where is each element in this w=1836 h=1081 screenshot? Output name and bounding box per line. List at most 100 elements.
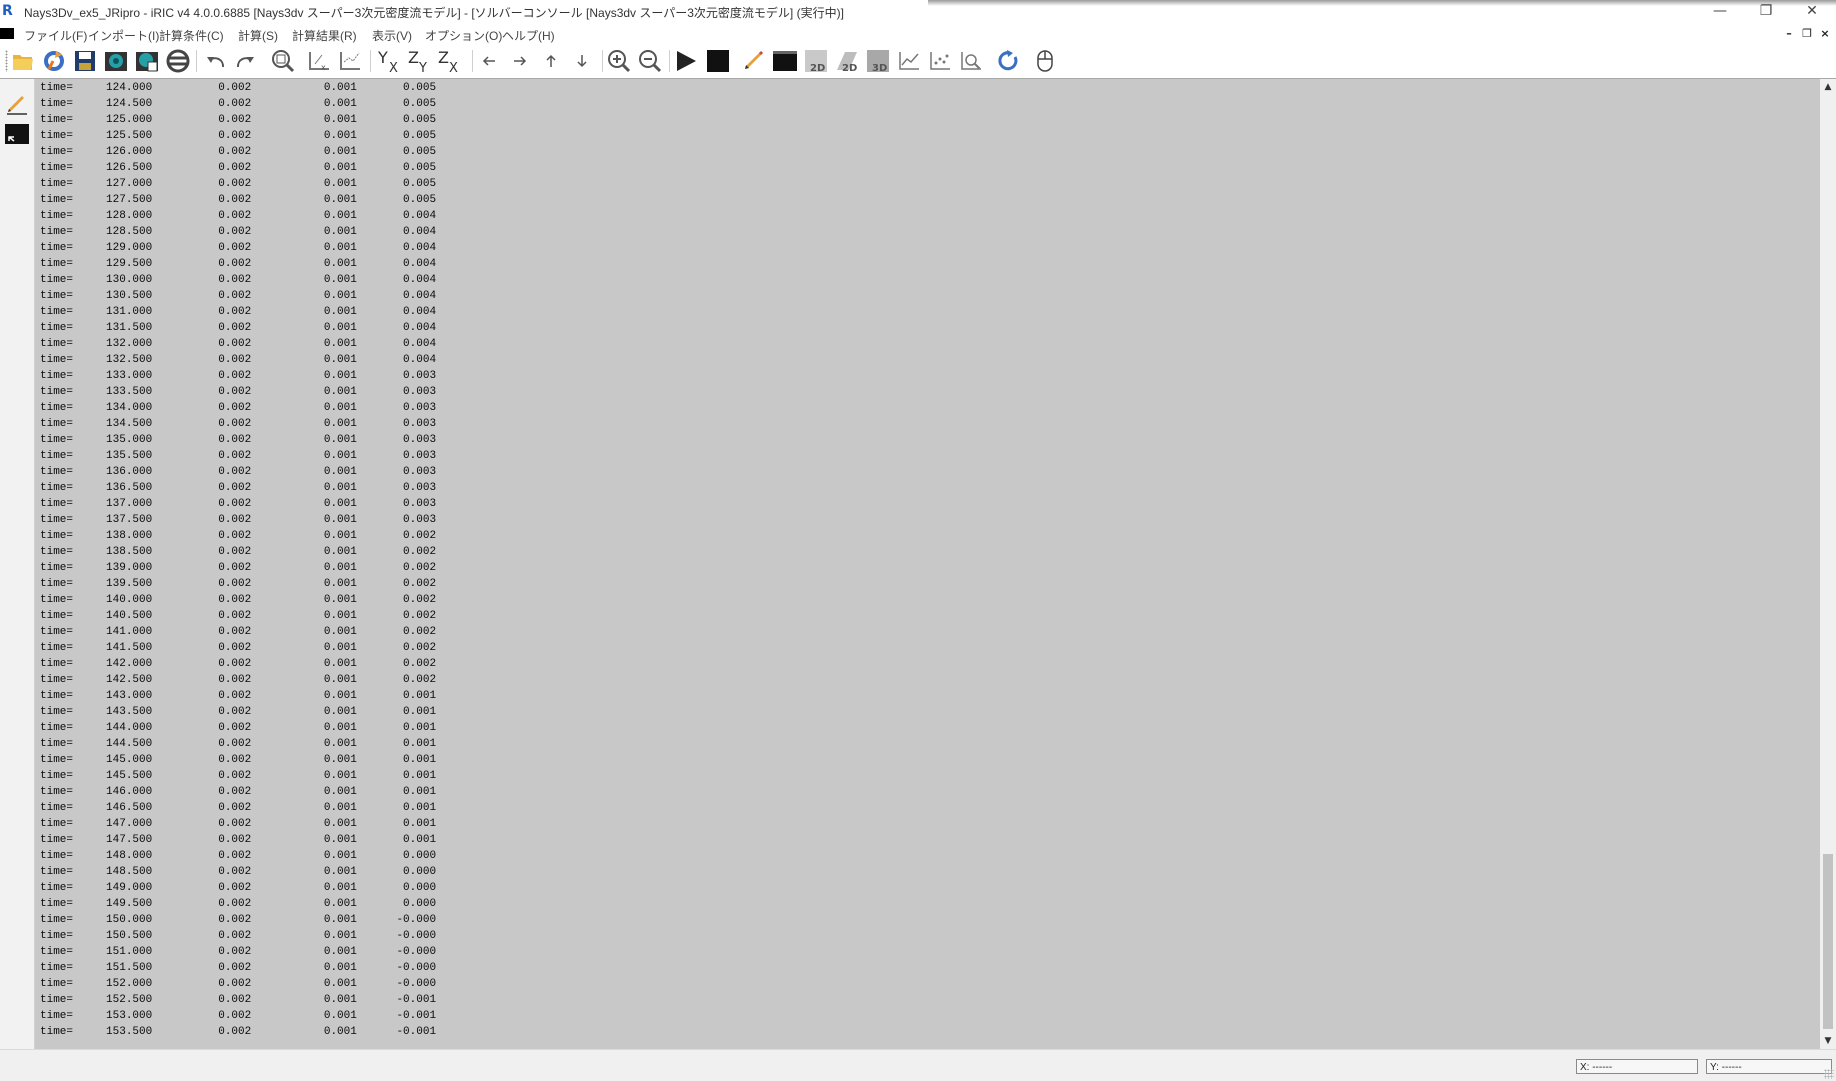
scatter-icon[interactable] xyxy=(927,48,953,74)
console-line: time= 129.500 0.002 0.001 0.004 xyxy=(40,258,437,270)
console-line: time= 126.500 0.002 0.001 0.005 xyxy=(40,162,437,174)
title-bar: R Nays3Dv_ex5_JRipro - iRIC v4 4.0.0.688… xyxy=(0,0,1836,24)
console-line: time= 131.500 0.002 0.001 0.004 xyxy=(40,322,437,334)
post-2d-bird-icon[interactable]: 2D xyxy=(834,48,860,74)
console-line: time= 150.500 0.002 0.001 -0.000 xyxy=(40,930,437,942)
edit-pencil-icon[interactable] xyxy=(4,91,30,117)
svg-text:X: X xyxy=(389,61,398,74)
snapshot-icon[interactable] xyxy=(134,48,160,74)
stop-icon[interactable] xyxy=(705,48,731,74)
console-line: time= 130.500 0.002 0.001 0.004 xyxy=(40,290,437,302)
zoom-in-icon[interactable] xyxy=(606,48,632,74)
close-button[interactable]: ✕ xyxy=(1789,0,1835,22)
yx-axis-icon[interactable]: YX xyxy=(377,48,403,74)
console-line: time= 153.500 0.002 0.001 -0.001 xyxy=(40,1026,437,1038)
menu-calc-condition[interactable]: 計算条件(C) xyxy=(159,27,224,44)
console-icon[interactable] xyxy=(772,48,798,74)
menu-options[interactable]: オプション(O) xyxy=(425,27,502,44)
menu-calc-result[interactable]: 計算結果(R) xyxy=(292,27,357,44)
console-line: time= 140.000 0.002 0.001 0.002 xyxy=(40,594,437,606)
zoom-graph-icon[interactable] xyxy=(958,48,984,74)
svg-text:2D: 2D xyxy=(842,63,857,74)
camera-icon[interactable] xyxy=(103,48,129,74)
mouse-icon[interactable] xyxy=(1032,48,1058,74)
mdi-close-button[interactable]: × xyxy=(1818,27,1832,41)
post-3d-icon[interactable]: 3D xyxy=(865,48,891,74)
console-line: time= 152.000 0.002 0.001 -0.000 xyxy=(40,978,437,990)
console-line: time= 145.500 0.002 0.001 0.001 xyxy=(40,770,437,782)
svg-text:3D: 3D xyxy=(872,63,887,74)
toolbar-separator xyxy=(602,50,603,72)
console-line: time= 141.500 0.002 0.001 0.002 xyxy=(40,642,437,654)
menu-view[interactable]: 表示(V) xyxy=(372,27,412,44)
svg-text:Z: Z xyxy=(408,48,419,67)
arrow-down-icon[interactable] xyxy=(569,48,595,74)
restore-button[interactable]: ❐ xyxy=(1743,0,1789,22)
console-line: time= 135.000 0.002 0.001 0.003 xyxy=(40,434,437,446)
arrow-right-icon[interactable] xyxy=(507,48,533,74)
pencil-icon[interactable] xyxy=(740,48,766,74)
scroll-up-arrow[interactable]: ▲ xyxy=(1820,79,1836,95)
console-line: time= 125.000 0.002 0.001 0.005 xyxy=(40,114,437,126)
console-line: time= 137.000 0.002 0.001 0.003 xyxy=(40,498,437,510)
minimize-button[interactable]: — xyxy=(1697,0,1743,22)
circle-slash-icon[interactable] xyxy=(165,48,191,74)
console-line: time= 150.000 0.002 0.001 -0.000 xyxy=(40,914,437,926)
menu-file[interactable]: ファイル(F) xyxy=(24,27,87,44)
undo-icon[interactable] xyxy=(202,48,228,74)
mdi-window-icon[interactable] xyxy=(0,28,14,39)
solver-console-output[interactable]: time= 124.000 0.002 0.001 0.005 time= 124… xyxy=(35,79,1820,1049)
svg-text:2D: 2D xyxy=(810,63,825,74)
toolbar-grip[interactable] xyxy=(5,50,8,72)
console-line: time= 143.500 0.002 0.001 0.001 xyxy=(40,706,437,718)
toolbar-separator xyxy=(196,50,197,72)
scroll-thumb[interactable] xyxy=(1823,854,1833,1029)
toolbar-separator xyxy=(370,50,371,72)
console-line: time= 128.500 0.002 0.001 0.004 xyxy=(40,226,437,238)
main-toolbar: x YX ZY ZX 2D 2D 3D xyxy=(0,44,1836,79)
console-line: time= 136.000 0.002 0.001 0.003 xyxy=(40,466,437,478)
console-line: time= 136.500 0.002 0.001 0.003 xyxy=(40,482,437,494)
open-folder-icon[interactable] xyxy=(10,48,36,74)
console-lines: time= 124.000 0.002 0.001 0.005 time= 124… xyxy=(40,80,436,1040)
zy-axis-icon[interactable]: ZY xyxy=(407,48,433,74)
console-line: time= 135.500 0.002 0.001 0.003 xyxy=(40,450,437,462)
save-icon[interactable] xyxy=(72,48,98,74)
svg-text:X: X xyxy=(449,61,458,74)
refresh-icon[interactable] xyxy=(995,48,1021,74)
console-line: time= 131.000 0.002 0.001 0.004 xyxy=(40,306,437,318)
console-line: time= 141.000 0.002 0.001 0.002 xyxy=(40,626,437,638)
console-line: time= 149.500 0.002 0.001 0.000 xyxy=(40,898,437,910)
svg-text:x: x xyxy=(321,63,326,72)
menu-calculation[interactable]: 計算(S) xyxy=(238,27,278,44)
arrow-left-icon[interactable] xyxy=(476,48,502,74)
console-line: time= 153.000 0.002 0.001 -0.001 xyxy=(40,1010,437,1022)
arrow-up-icon[interactable] xyxy=(538,48,564,74)
console-line: time= 140.500 0.002 0.001 0.002 xyxy=(40,610,437,622)
menu-import[interactable]: インポート(I) xyxy=(88,27,159,44)
console-line: time= 132.500 0.002 0.001 0.004 xyxy=(40,354,437,366)
zoom-out-icon[interactable] xyxy=(637,48,663,74)
mdi-minimize-button[interactable]: – xyxy=(1782,27,1796,41)
post-2d-icon[interactable]: 2D xyxy=(803,48,829,74)
console-window-icon[interactable] xyxy=(4,121,30,147)
menu-help[interactable]: ヘルプ(H) xyxy=(502,27,555,44)
run-icon[interactable] xyxy=(673,48,699,74)
axis-zoom-icon[interactable] xyxy=(337,48,363,74)
console-line: time= 139.000 0.002 0.001 0.002 xyxy=(40,562,437,574)
fit-view-icon[interactable] xyxy=(270,48,296,74)
console-line: time= 148.500 0.002 0.001 0.000 xyxy=(40,866,437,878)
console-line: time= 124.500 0.002 0.001 0.005 xyxy=(40,98,437,110)
svg-text:Y: Y xyxy=(418,61,427,74)
reload-icon[interactable] xyxy=(41,48,67,74)
resize-grip[interactable] xyxy=(1824,1069,1834,1079)
redo-icon[interactable] xyxy=(233,48,259,74)
axis-x-icon[interactable]: x xyxy=(306,48,332,74)
left-toolbar xyxy=(0,79,35,1049)
console-line: time= 133.000 0.002 0.001 0.003 xyxy=(40,370,437,382)
vertical-scrollbar[interactable]: ▲ ▼ xyxy=(1820,79,1836,1049)
graph-icon[interactable] xyxy=(896,48,922,74)
scroll-down-arrow[interactable]: ▼ xyxy=(1820,1033,1836,1049)
zx-axis-icon[interactable]: ZX xyxy=(437,48,463,74)
mdi-restore-button[interactable]: ❐ xyxy=(1800,27,1814,41)
